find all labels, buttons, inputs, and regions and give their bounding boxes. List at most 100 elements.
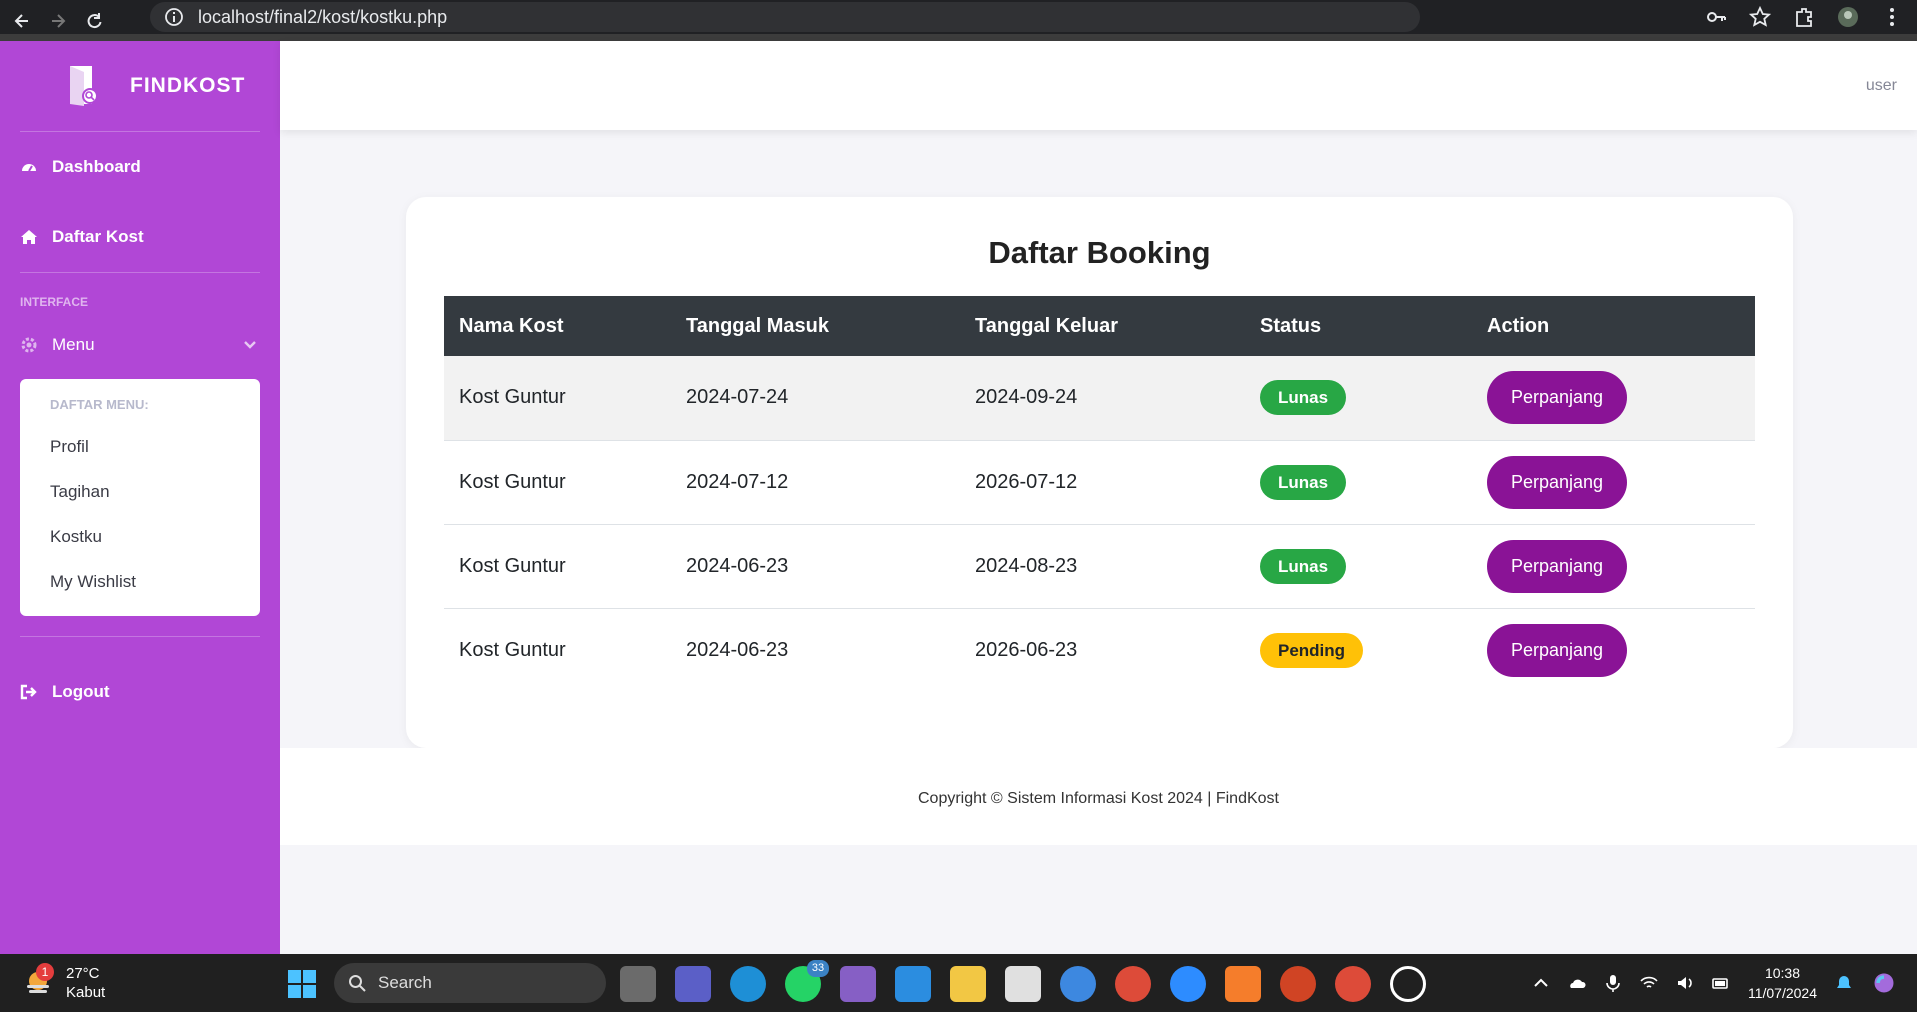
more-menu-icon[interactable]	[1881, 6, 1903, 28]
booking-table: Nama Kost Tanggal Masuk Tanggal Keluar S…	[444, 296, 1755, 692]
page-title: Daftar Booking	[988, 235, 1211, 270]
snipping-tool-icon[interactable]	[1005, 966, 1041, 1002]
section-heading: INTERFACE	[20, 295, 89, 309]
column-header-nama-kost: Nama Kost	[459, 314, 564, 337]
cell-action: Perpanjang	[1472, 440, 1755, 524]
notification-bell-icon[interactable]	[1835, 974, 1853, 992]
sidebar-item-logout[interactable]: Logout	[0, 657, 280, 727]
chevron-down-icon	[244, 341, 256, 349]
status-badge: Lunas	[1260, 464, 1347, 500]
status-badge: Lunas	[1260, 548, 1347, 584]
zoom-icon[interactable]	[1170, 966, 1206, 1002]
column-header-action: Action	[1487, 314, 1550, 337]
copyright-text: Copyright © Sistem Informasi Kost 2024 |…	[918, 790, 1279, 807]
task-view-icon[interactable]	[620, 966, 656, 1002]
ai-app-icon[interactable]	[1390, 966, 1426, 1002]
perpanjang-button[interactable]: Perpanjang	[1487, 371, 1627, 425]
key-icon[interactable]	[1705, 6, 1727, 28]
reload-icon	[87, 12, 102, 28]
sidebar-divider	[20, 636, 260, 637]
perpanjang-button[interactable]: Perpanjang	[1487, 539, 1627, 593]
address-bar[interactable]: localhost/final2/kost/kostku.php	[150, 2, 1420, 32]
sidebar-item-label: Logout	[52, 682, 110, 701]
whatsapp-icon[interactable]: 33	[785, 960, 829, 1002]
profile-avatar-icon[interactable]	[1837, 6, 1859, 28]
vscode-icon[interactable]	[895, 966, 931, 1002]
weather-icon: 1	[22, 963, 54, 999]
menu-collapse-toggle[interactable]: Menu	[0, 321, 280, 369]
battery-icon[interactable]	[1712, 974, 1730, 992]
browser-divider	[0, 34, 1917, 41]
column-header-tanggal-keluar: Tanggal Keluar	[975, 314, 1118, 337]
cell-tanggal-masuk: 2024-07-24	[686, 386, 789, 409]
cell-status: Lunas	[1245, 356, 1472, 440]
cell-status: Lunas	[1245, 440, 1472, 524]
topbar: user	[280, 41, 1917, 130]
microphone-icon[interactable]	[1604, 974, 1622, 992]
powerpoint-icon[interactable]	[1280, 966, 1316, 1002]
chevron-up-icon[interactable]	[1532, 974, 1550, 992]
home-icon	[21, 230, 37, 244]
submenu-item-tagihan[interactable]: Tagihan	[20, 469, 260, 514]
sign-out-icon	[20, 684, 37, 700]
cell-nama-kost: Kost Guntur	[459, 554, 566, 577]
edge-icon[interactable]	[730, 966, 766, 1002]
xampp-icon[interactable]	[1225, 966, 1261, 1002]
cell-tanggal-keluar: 2026-07-12	[975, 470, 1078, 493]
reload-button[interactable]	[80, 7, 108, 35]
menu-label: Menu	[52, 335, 95, 354]
weather-temp: 27°C	[66, 965, 100, 982]
brand[interactable]: FINDKOST	[0, 41, 280, 131]
site-info-icon[interactable]	[164, 7, 184, 27]
submenu-item-wishlist[interactable]: My Wishlist	[20, 559, 260, 604]
back-button[interactable]	[8, 7, 36, 35]
search-icon	[349, 975, 366, 992]
chrome-icon[interactable]	[1115, 966, 1151, 1002]
user-dropdown[interactable]: user	[1866, 77, 1897, 95]
sidebar-item-daftar-kost[interactable]: Daftar Kost	[0, 202, 280, 272]
column-header-tanggal-masuk: Tanggal Masuk	[686, 314, 829, 337]
table-row: Kost Guntur 2024-06-23 2024-08-23 Lunas …	[444, 524, 1755, 608]
perpanjang-button[interactable]: Perpanjang	[1487, 455, 1627, 509]
copilot-icon[interactable]	[1871, 970, 1897, 996]
submenu: DAFTAR MENU: Profil Tagihan Kostku My Wi…	[20, 379, 260, 616]
chrome-profile-icon[interactable]	[1335, 966, 1371, 1002]
cell-action: Perpanjang	[1472, 524, 1755, 608]
clock[interactable]: 10:38 11/07/2024	[1748, 963, 1817, 1003]
submenu-item-profil[interactable]: Profil	[20, 424, 260, 469]
cell-tanggal-masuk: 2024-06-23	[686, 554, 789, 577]
file-explorer-icon[interactable]	[950, 966, 986, 1002]
visual-studio-icon[interactable]	[840, 966, 876, 1002]
windows-start-icon[interactable]	[288, 970, 316, 998]
phone-link-icon[interactable]	[1060, 966, 1096, 1002]
search-label: Search	[378, 973, 432, 992]
cell-tanggal-keluar: 2024-09-24	[975, 386, 1078, 409]
onedrive-icon[interactable]	[1568, 974, 1586, 992]
tachometer-icon	[22, 164, 36, 172]
volume-icon[interactable]	[1676, 974, 1694, 992]
status-badge: Lunas	[1260, 380, 1347, 416]
sidebar-item-dashboard[interactable]: Dashboard	[0, 132, 280, 202]
gear-icon	[21, 337, 37, 353]
cell-status: Pending	[1245, 608, 1472, 692]
extensions-icon[interactable]	[1793, 6, 1815, 28]
url-text: localhost/final2/kost/kostku.php	[198, 6, 448, 27]
teams-icon[interactable]	[675, 966, 711, 1002]
submenu-heading: DAFTAR MENU:	[50, 397, 149, 412]
booking-card: Daftar Booking Nama Kost Tanggal Masuk T…	[406, 197, 1793, 748]
status-badge: Pending	[1260, 632, 1364, 668]
star-icon[interactable]	[1749, 6, 1771, 28]
taskbar-search[interactable]: Search	[334, 963, 606, 1003]
weather-widget[interactable]: 1 27°C Kabut	[22, 963, 105, 1002]
wifi-icon[interactable]	[1640, 974, 1658, 992]
brand-name: FINDKOST	[130, 74, 246, 97]
perpanjang-button[interactable]: Perpanjang	[1487, 623, 1627, 677]
cell-tanggal-masuk: 2024-06-23	[686, 638, 789, 661]
sidebar-item-label: Dashboard	[52, 157, 141, 176]
weather-alert-badge: 1	[36, 963, 54, 981]
cell-action: Perpanjang	[1472, 608, 1755, 692]
os-taskbar: 1 27°C Kabut Search 33 10:38 11/07/2024	[0, 954, 1917, 1012]
forward-button[interactable]	[44, 7, 72, 35]
submenu-item-kostku[interactable]: Kostku	[20, 514, 260, 559]
arrow-right-icon	[52, 13, 66, 28]
